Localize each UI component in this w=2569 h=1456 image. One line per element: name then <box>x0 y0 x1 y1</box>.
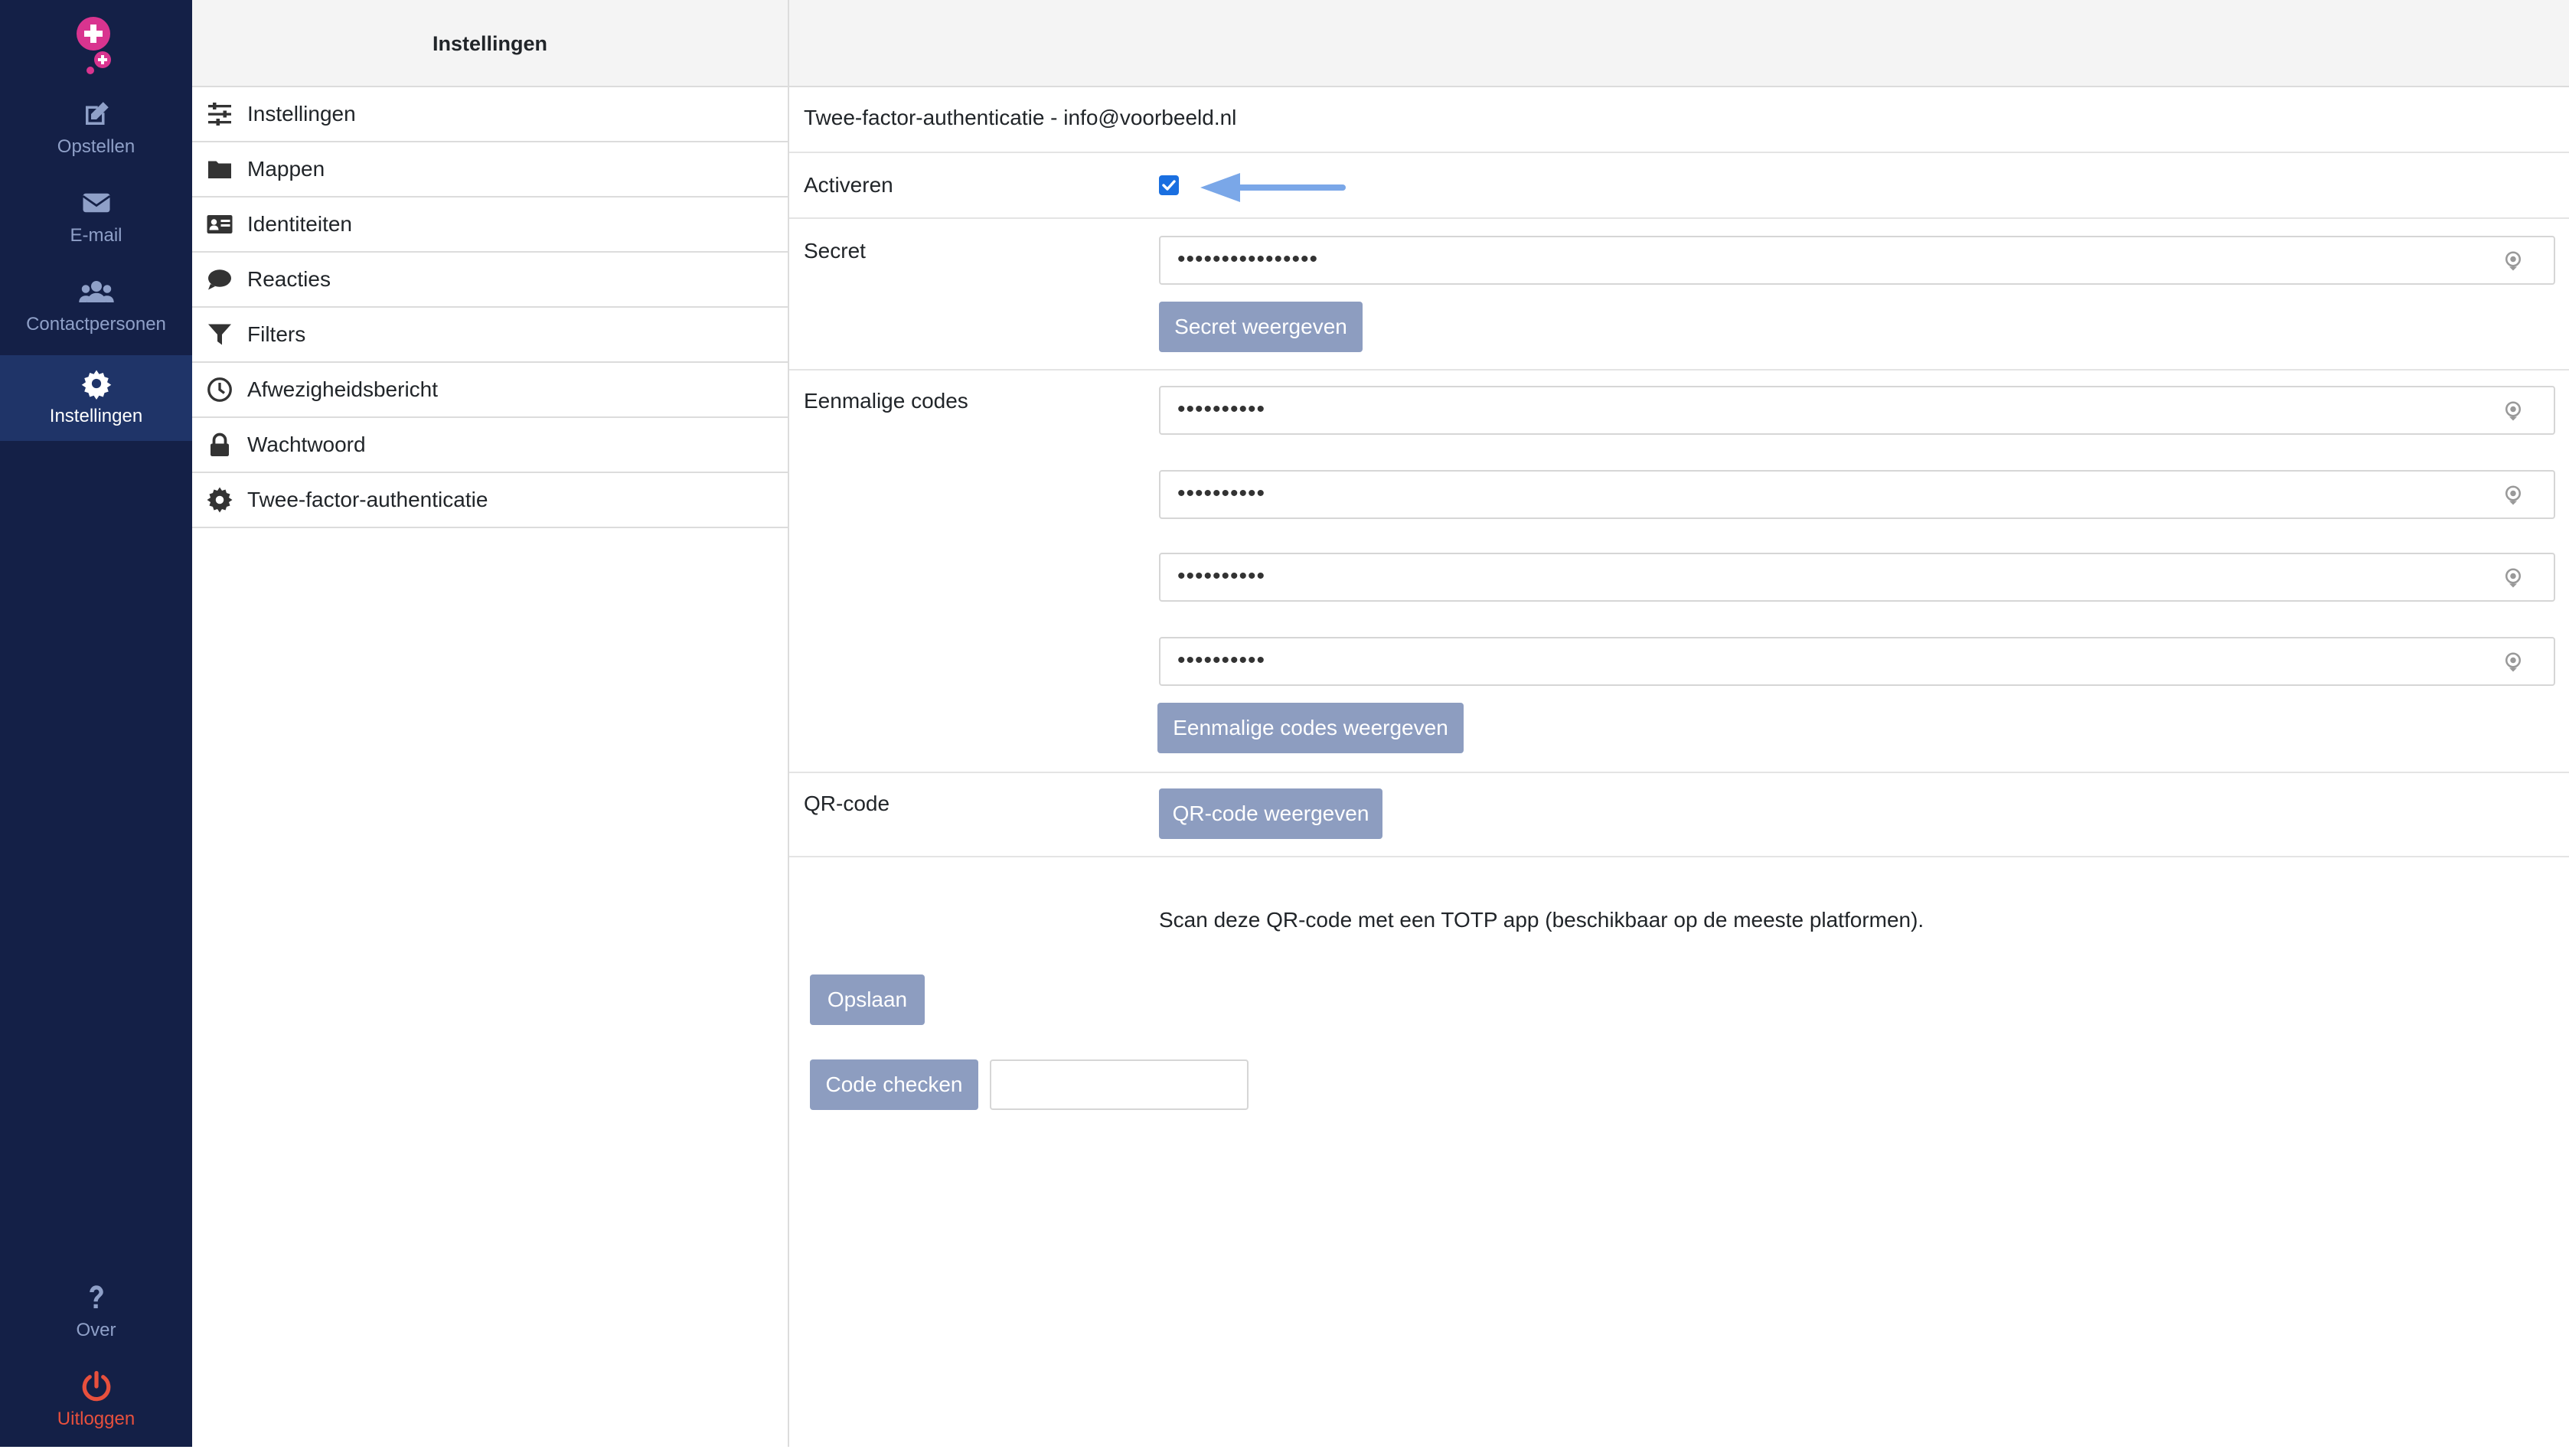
gear-icon <box>207 487 233 513</box>
main-header-bar <box>789 0 2569 87</box>
settings-item-mappen[interactable]: Mappen <box>192 142 788 198</box>
clock-icon <box>207 377 232 402</box>
qr-hint-text: Scan deze QR-code met een TOTP app (besc… <box>1159 908 1924 932</box>
nav-email-label: E-mail <box>70 225 122 246</box>
secret-field[interactable]: •••••••••••••••• <box>1159 236 2555 285</box>
settings-item-label: Reacties <box>247 267 331 291</box>
checkmark-icon <box>1162 180 1176 191</box>
nav-email[interactable]: E-mail <box>0 187 192 273</box>
settings-panel-title: Instellingen <box>192 0 788 87</box>
settings-item-instellingen[interactable]: Instellingen <box>192 87 788 142</box>
settings-item-label: Filters <box>247 322 306 346</box>
gear-icon <box>81 370 111 400</box>
show-secret-button[interactable]: Secret weergeven <box>1159 302 1363 352</box>
codes-row: Eenmalige codes •••••••••• •••••••••• ••… <box>789 371 2569 773</box>
nav-contacts[interactable]: Contactpersonen <box>0 276 192 361</box>
nav-about-label: Over <box>76 1320 116 1340</box>
password-reveal-icon[interactable] <box>2502 484 2525 507</box>
page-title: Twee-factor-authenticatie - info@voorbee… <box>804 106 1237 129</box>
settings-item-label: Instellingen <box>247 102 356 126</box>
password-reveal-icon[interactable] <box>2502 566 2525 589</box>
settings-item-label: Identiteiten <box>247 212 352 236</box>
code-field-3[interactable]: •••••••••• <box>1159 553 2555 602</box>
nav-about[interactable]: Over <box>0 1281 192 1367</box>
code-value: •••••••••• <box>1177 648 1266 673</box>
code-field-1[interactable]: •••••••••• <box>1159 386 2555 435</box>
check-code-button[interactable]: Code checken <box>810 1059 978 1110</box>
secret-value: •••••••••••••••• <box>1177 246 1319 272</box>
speech-bubble-icon <box>208 269 231 290</box>
main-content: Twee-factor-authenticatie - info@voorbee… <box>789 0 2569 1447</box>
settings-item-identiteiten[interactable]: Identiteiten <box>192 198 788 253</box>
secret-label: Secret <box>804 239 866 263</box>
code-value: •••••••••• <box>1177 481 1266 506</box>
settings-panel: Instellingen Instellingen Mappen Identit… <box>192 0 789 1447</box>
activate-row: Activeren <box>789 153 2569 219</box>
sliders-icon <box>208 103 231 126</box>
password-reveal-icon[interactable] <box>2502 400 2525 423</box>
power-icon <box>82 1370 110 1402</box>
qr-row: QR-code QR-code weergeven <box>789 773 2569 857</box>
password-reveal-icon[interactable] <box>2502 250 2525 273</box>
edit-icon <box>85 102 109 125</box>
settings-item-twee-factor[interactable]: Twee-factor-authenticatie <box>192 473 788 528</box>
activate-label: Activeren <box>804 173 893 197</box>
heading-row: Twee-factor-authenticatie - info@voorbee… <box>789 87 2569 153</box>
show-codes-button[interactable]: Eenmalige codes weergeven <box>1157 703 1464 753</box>
nav-settings[interactable]: Instellingen <box>0 355 192 441</box>
nav-logout[interactable]: Uitloggen <box>0 1370 192 1456</box>
settings-item-label: Wachtwoord <box>247 433 366 456</box>
show-qr-button[interactable]: QR-code weergeven <box>1159 788 1382 839</box>
code-value: •••••••••• <box>1177 563 1266 589</box>
activate-checkbox[interactable] <box>1159 175 1179 195</box>
save-button[interactable]: Opslaan <box>810 974 925 1025</box>
codes-label: Eenmalige codes <box>804 389 968 413</box>
nav-contacts-label: Contactpersonen <box>26 314 166 335</box>
settings-item-reacties[interactable]: Reacties <box>192 253 788 308</box>
qr-label: QR-code <box>804 792 890 815</box>
lock-icon <box>211 433 229 456</box>
app-logo <box>77 17 111 74</box>
settings-item-filters[interactable]: Filters <box>192 308 788 363</box>
envelope-icon <box>82 193 110 213</box>
nav-settings-label: Instellingen <box>49 406 143 426</box>
secret-row: Secret •••••••••••••••• Secret weergeven <box>789 219 2569 371</box>
code-field-2[interactable]: •••••••••• <box>1159 470 2555 519</box>
nav-logout-label: Uitloggen <box>57 1409 135 1429</box>
annotation-arrow-icon <box>1200 173 1346 202</box>
id-card-icon <box>207 215 233 233</box>
app-nav: Opstellen E-mail Contactpersonen Instell… <box>0 0 192 1447</box>
settings-item-afwezigheidsbericht[interactable]: Afwezigheidsbericht <box>192 363 788 418</box>
filter-icon <box>208 324 231 345</box>
password-reveal-icon[interactable] <box>2502 651 2525 674</box>
code-field-4[interactable]: •••••••••• <box>1159 637 2555 686</box>
code-value: •••••••••• <box>1177 397 1266 422</box>
nav-compose[interactable]: Opstellen <box>0 98 192 184</box>
question-icon <box>89 1285 103 1308</box>
settings-item-label: Afwezigheidsbericht <box>247 377 439 401</box>
check-code-input[interactable] <box>990 1059 1249 1110</box>
nav-compose-label: Opstellen <box>57 136 135 157</box>
folder-icon <box>208 161 231 178</box>
settings-item-wachtwoord[interactable]: Wachtwoord <box>192 418 788 473</box>
settings-item-label: Mappen <box>247 157 325 181</box>
settings-item-label: Twee-factor-authenticatie <box>247 488 488 511</box>
users-icon <box>78 281 114 302</box>
